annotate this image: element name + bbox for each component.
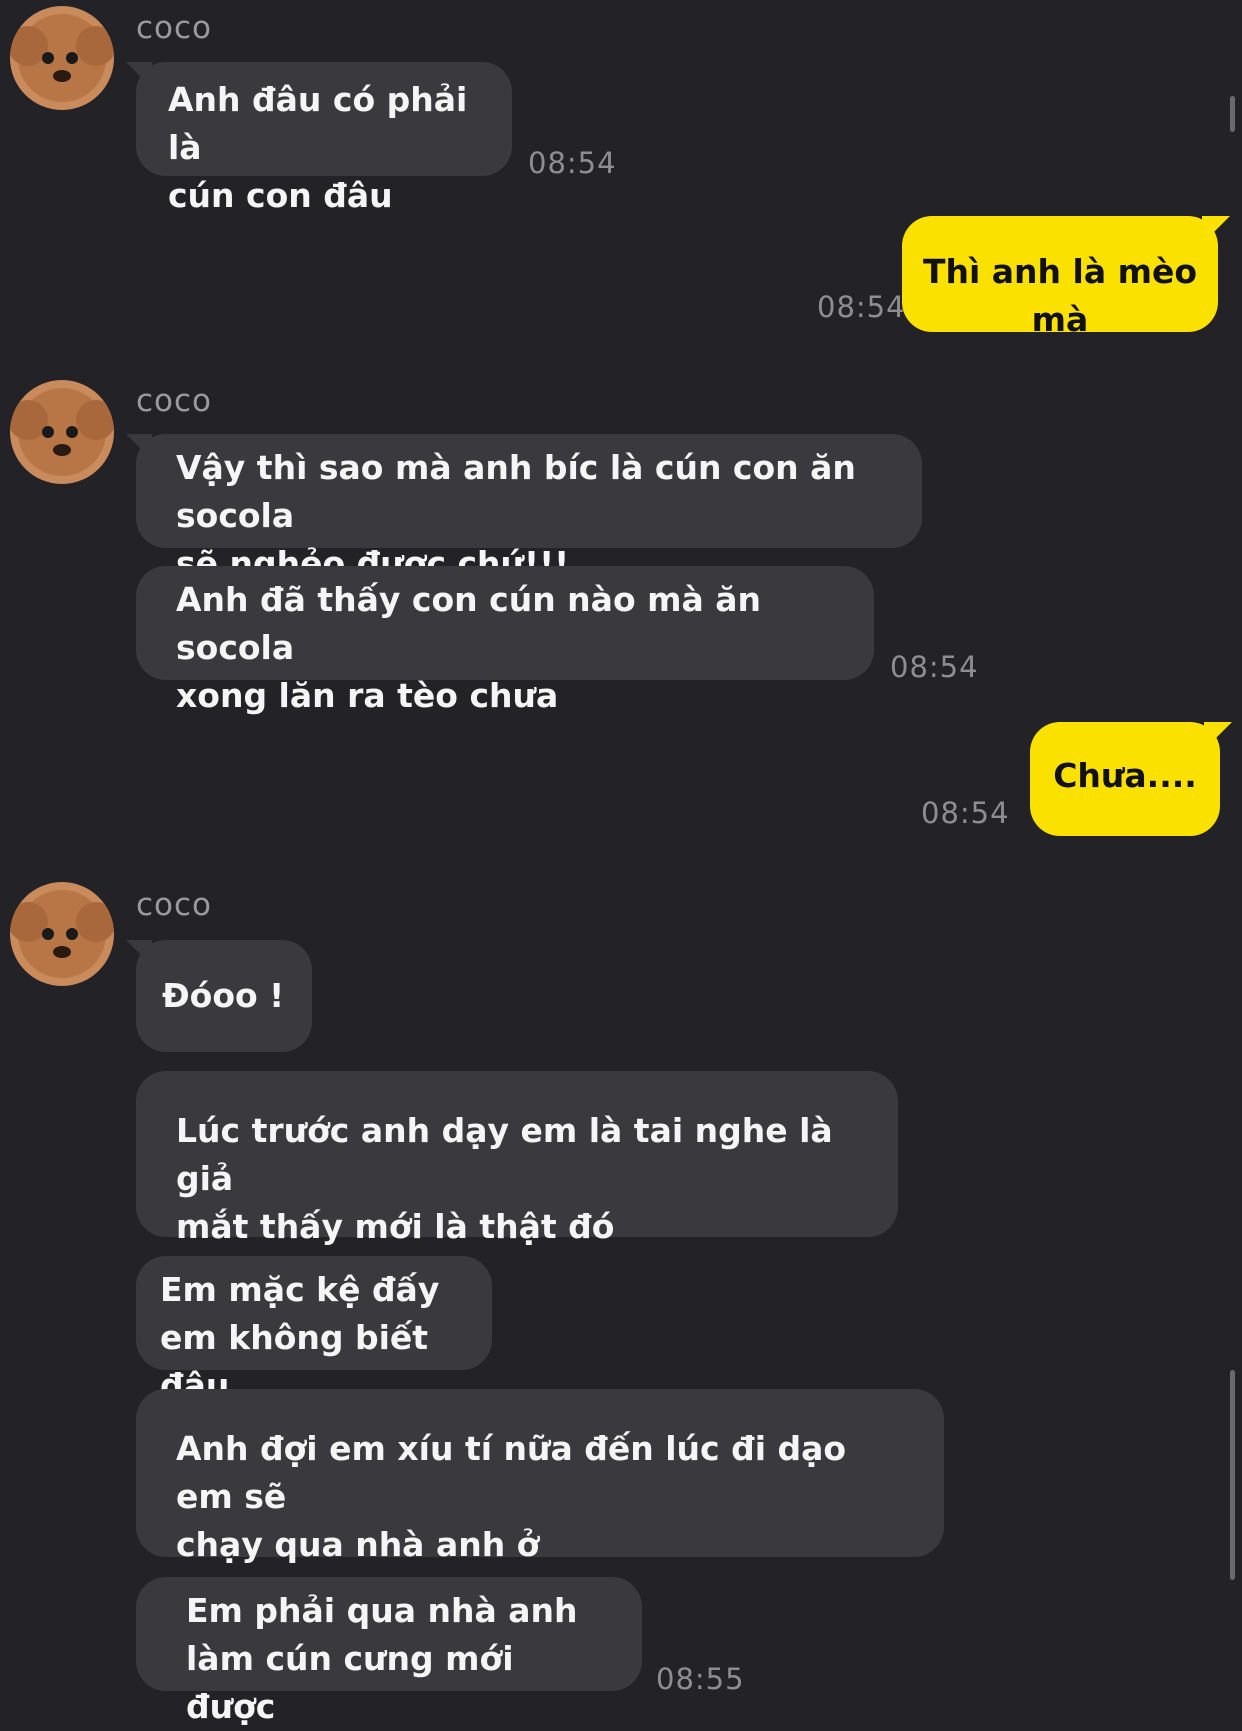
message-time: 08:54	[921, 796, 1010, 830]
message-time: 08:54	[817, 290, 906, 324]
message-bubble[interactable]: Lúc trước anh dạy em là tai nghe là giả …	[136, 1071, 898, 1246]
poodle-avatar-icon	[10, 882, 114, 986]
sender-name: coco	[136, 383, 213, 419]
sender-name: coco	[136, 887, 213, 923]
message-bubble[interactable]: Anh đợi em xíu tí nữa đến lúc đi dạo em …	[136, 1389, 944, 1564]
message-bubble[interactable]: Anh đã thấy con cún nào mà ăn socola xon…	[136, 566, 874, 715]
message-time: 08:55	[656, 1662, 745, 1696]
message-bubble[interactable]: Vậy thì sao mà anh bíc là cún con ăn soc…	[136, 434, 922, 583]
message-time: 08:54	[890, 650, 979, 684]
message-time: 08:54	[528, 146, 617, 180]
outgoing-message-bubble[interactable]: Chưa....	[1030, 722, 1220, 836]
contact-avatar[interactable]	[10, 380, 114, 484]
contact-avatar[interactable]	[10, 6, 114, 110]
outgoing-message-bubble[interactable]: Thì anh là mèo mà	[902, 216, 1218, 339]
poodle-avatar-icon	[10, 380, 114, 484]
sender-name: coco	[136, 10, 213, 46]
scrollbar-thumb[interactable]	[1230, 1370, 1235, 1580]
message-bubble[interactable]: Em phải qua nhà anh làm cún cưng mới đượ…	[136, 1577, 642, 1726]
poodle-avatar-icon	[10, 6, 114, 110]
contact-avatar[interactable]	[10, 882, 114, 986]
message-bubble[interactable]: Anh đâu có phải là cún con đâu	[136, 62, 512, 215]
message-bubble[interactable]: Đóoo !	[136, 940, 312, 1052]
message-bubble[interactable]: Em mặc kệ đấy em không biết đâu	[136, 1256, 492, 1405]
scrollbar-thumb[interactable]	[1230, 96, 1235, 132]
